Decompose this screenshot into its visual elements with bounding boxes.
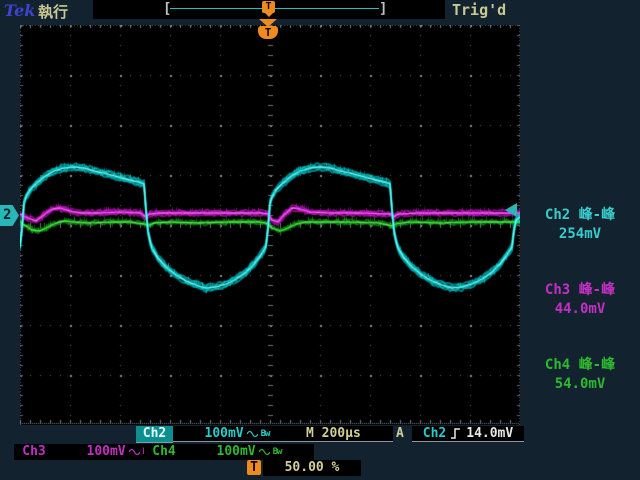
measurement-label: 峰-峰 [579,207,615,223]
record-view-bar[interactable]: [ T ] [93,0,445,19]
horizontal-position-icon: T [247,460,261,475]
measurement-ch2-peak-to-peak: Ch2 峰-峰 254mV [524,206,636,244]
record-window-left-bracket: [ [163,1,171,17]
measurement-value: 54.0mV [524,375,636,394]
measurement-value: 254mV [524,225,636,244]
ch4-channel-badge: Ch4 [144,444,184,460]
measurement-channel: Ch2 [545,207,570,223]
measurement-channel: Ch3 [545,282,570,298]
waveform-canvas [20,25,520,425]
measurement-ch3-peak-to-peak: Ch3 峰-峰 44.0mV [524,281,636,319]
graticule [20,25,520,425]
ac-coupling-icon [259,448,270,456]
trigger-level-value: 14.0mV [466,426,513,442]
bandwidth-limit-icon: Bw [273,444,282,460]
record-window-right-bracket: ] [379,1,387,17]
trigger-readout: Ch2 14.0mV [412,426,524,442]
measurement-value: 44.0mV [524,300,636,319]
ch2-scale-value: 100mV [205,426,244,442]
trigger-mode-label: A [396,426,404,442]
ch4-scale-value: 100mV [217,444,256,460]
measurement-ch4-peak-to-peak: Ch4 峰-峰 54.0mV [524,356,636,394]
oscilloscope-screen: Tek 執行 [ T ] Trig'd T 2 Ch2 峰-峰 254mV Ch… [0,0,640,480]
trigger-position-marker[interactable]: T [255,19,281,43]
tek-logo: Tek [4,1,35,20]
ch3-scale-value: 100mV [87,444,126,460]
bandwidth-limit-icon: Bw [261,426,270,442]
ch2-channel-badge: Ch2 [136,426,173,443]
trigger-position-icon: T [258,26,278,39]
trigger-source: Ch2 [423,426,446,442]
ch3-channel-badge: Ch3 [14,444,54,460]
trigger-status: Trig'd [452,1,506,19]
record-trigger-icon[interactable]: T [262,1,275,13]
ch2-ground-marker[interactable]: 2 [0,205,19,226]
trigger-level-arrow-icon[interactable] [505,203,517,217]
ch4-scale-readout: 100mV Bw [184,444,314,460]
measurement-label: 峰-峰 [579,357,615,373]
timebase-readout: M 200µs [301,426,393,442]
measurement-channel: Ch4 [545,357,570,373]
acquisition-status: 執行 [38,1,68,22]
horizontal-position-value: 50.00 % [263,460,361,476]
ac-coupling-icon [247,430,258,438]
rising-slope-icon [451,427,461,440]
ac-coupling-icon [129,448,140,456]
timebase-label: M [306,426,314,441]
timebase-value: 200µs [322,426,361,441]
ch2-scale-readout: 100mV Bw [173,426,301,442]
measurement-label: 峰-峰 [579,282,615,298]
